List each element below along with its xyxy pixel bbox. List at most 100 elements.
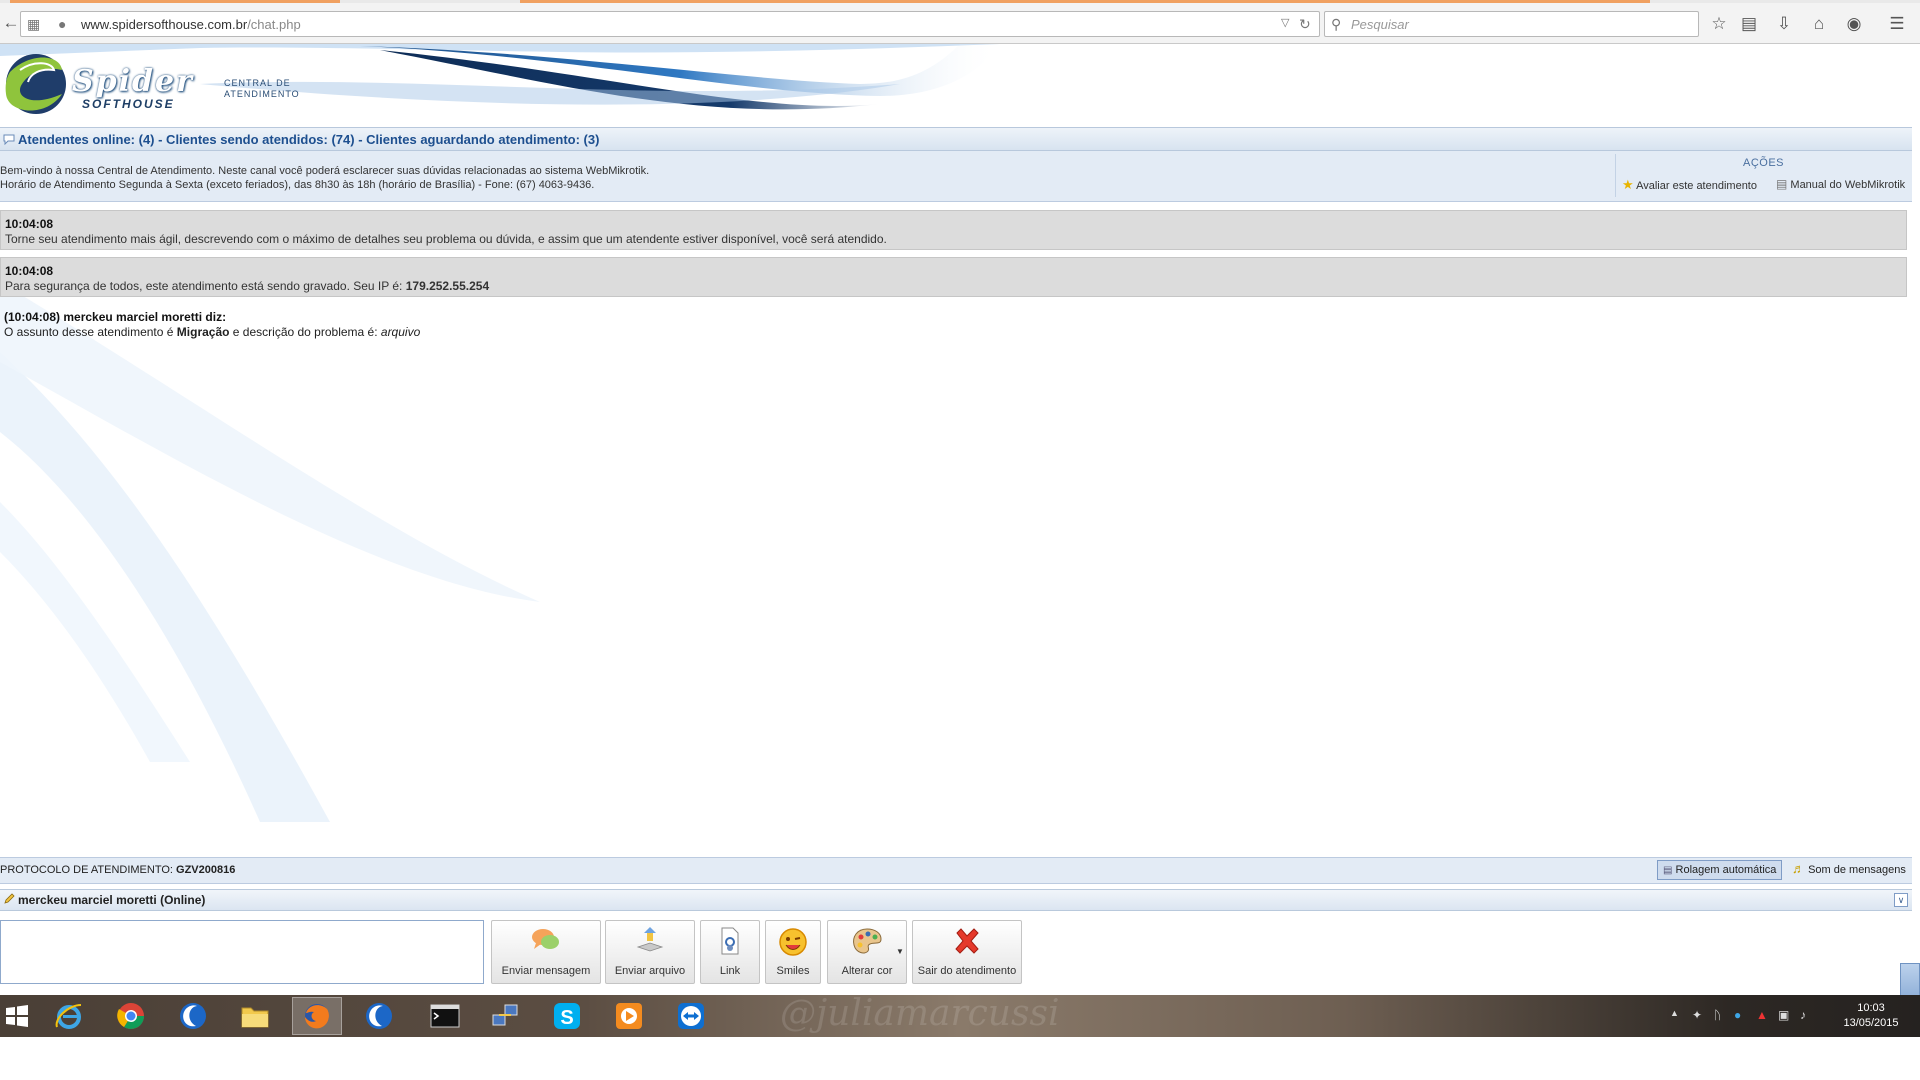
send-message-button[interactable]: Enviar mensagem [491,920,601,984]
security-alert-icon[interactable]: ▲ [1756,1008,1768,1022]
user-message-text: O assunto desse atendimento é Migração e… [4,325,420,339]
command-prompt-icon [430,1004,460,1028]
speech-bubble-icon [3,134,15,145]
internet-explorer-icon [55,1004,82,1029]
smiles-button[interactable]: Smiles [765,920,821,984]
taskbar-firefox[interactable] [292,997,342,1035]
taskbar-skype[interactable]: S [542,997,592,1035]
clock-date: 13/05/2015 [1843,1017,1899,1029]
message-time: 10:04:08 [5,217,54,231]
central-line-2: ATENDIMENTO [224,89,300,99]
scroll-icon: ▤ [1663,865,1673,876]
chat-bubble-icon[interactable]: ◉ [1843,13,1865,35]
taskbar-network-tool[interactable] [480,997,530,1035]
blank-area [0,1037,1920,1080]
dropdown-arrow-icon[interactable]: ▼ [896,947,904,956]
side-panel-toggle[interactable] [1900,963,1920,999]
star-icon: ★ [1622,177,1634,192]
taskbar-app-blue-2[interactable] [354,997,404,1035]
network-icon[interactable]: ▣ [1778,1008,1789,1022]
menu-icon[interactable]: ☰ [1886,13,1908,35]
palette-icon [828,927,906,960]
protocol-bar: PROTOCOLO DE ATENDIMENTO: GZV200816 ▤ Ro… [0,857,1912,884]
hours-text: Horário de Atendimento Segunda à Sexta (… [0,179,595,191]
start-button[interactable] [0,997,34,1035]
taskbar-clock[interactable]: 10:03 13/05/2015 [1836,1001,1906,1031]
rate-service-link[interactable]: ★ Avaliar este atendimento [1622,177,1757,193]
speaker-icon: ♬ [1792,861,1805,876]
bookmarks-list-icon[interactable]: ▦ [27,16,40,33]
ip-address: 179.252.55.254 [405,279,490,293]
download-icon[interactable]: ⇩ [1773,13,1795,35]
change-color-button[interactable]: ▼ Alterar cor [827,920,907,984]
windows-logo-icon [6,1005,28,1027]
sound-toggle[interactable]: ♬ Som de mensagens [1792,860,1906,878]
url-host: www.spidersofthouse.com.br [81,17,248,32]
exit-chat-label: Sair do atendimento [917,965,1017,977]
message-input[interactable] [0,920,484,984]
logo-wordmark: Spider [72,64,194,99]
teamviewer-icon [678,1003,704,1029]
show-hidden-icons-icon[interactable]: ▲ [1670,1008,1679,1018]
autoscroll-toggle[interactable]: ▤ Rolagem automática [1657,860,1783,880]
message-text: Torne seu atendimento mais ágil, descrev… [5,232,887,246]
close-icon [913,927,1021,958]
send-file-button[interactable]: Enviar arquivo [605,920,695,984]
taskbar-app-blue-1[interactable] [168,997,218,1035]
blue-moon-app-icon [366,1003,392,1029]
description-prefix: e descrição do problema é: [229,325,381,339]
bluetooth-icon[interactable]: ᚢ [1714,1008,1721,1022]
sound-label: Som de mensagens [1808,864,1906,876]
network-share-icon[interactable]: ✦ [1692,1008,1702,1022]
smiley-icon [766,927,820,960]
change-color-label: Alterar cor [841,965,893,977]
autoscroll-label: Rolagem automática [1675,864,1777,876]
url-bar[interactable]: ▦ ● www.spidersofthouse.com.br/chat.php … [20,11,1320,37]
protocol-label: PROTOCOLO DE ATENDIMENTO: [0,864,177,876]
user-status-bar: merckeu marciel moretti (Online) ∨ [0,889,1912,911]
message-text: Para segurança de todos, este atendiment… [5,279,489,293]
collapse-icon[interactable]: ∨ [1894,893,1908,907]
svg-text:S: S [560,1007,573,1029]
chrome-icon [117,1003,145,1030]
media-player-icon [616,1003,642,1029]
link-label: Link [719,965,741,977]
reading-list-icon[interactable]: ▤ [1738,13,1760,35]
skype-tray-icon[interactable]: ● [1734,1008,1741,1022]
link-button[interactable]: Link [700,920,760,984]
taskbar-media-player[interactable] [604,997,654,1035]
chat-messages-area[interactable]: 10:04:08 Torne seu atendimento mais ágil… [0,202,1912,857]
manual-label: Manual do WebMikrotik [1790,179,1906,191]
link-icon [701,927,759,958]
attendance-status-bar: Atendentes online: (4) - Clientes sendo … [0,127,1912,151]
volume-icon[interactable]: ♪ [1800,1008,1806,1022]
url-path: /chat.php [247,17,301,32]
bookmark-star-icon[interactable]: ☆ [1708,13,1730,35]
home-icon[interactable]: ⌂ [1808,13,1830,35]
exit-chat-button[interactable]: Sair do atendimento [912,920,1022,984]
manual-link[interactable]: ▤ Manual do WebMikrotik [1776,177,1905,191]
chat-bubbles-icon [492,927,600,956]
taskbar-file-explorer[interactable] [230,997,280,1035]
taskbar-internet-explorer[interactable] [44,997,94,1035]
user-online-status: merckeu marciel moretti (Online) [18,893,206,907]
back-icon[interactable]: ← [0,12,22,34]
book-icon: ▤ [1776,177,1788,191]
search-bar[interactable]: ⚲ Pesquisar [1324,11,1699,37]
subject-prefix: O assunto desse atendimento é [4,325,177,339]
upload-file-icon [606,927,694,956]
taskbar-teamviewer[interactable] [666,997,716,1035]
photo-watermark: @juliamarcussi [780,993,1060,1034]
url-text[interactable]: www.spidersofthouse.com.br/chat.php [81,17,301,32]
site-identity-icon[interactable]: ● [58,16,66,32]
protocol-text: PROTOCOLO DE ATENDIMENTO: GZV200816 [0,864,235,876]
taskbar-command-prompt[interactable] [420,997,470,1035]
search-placeholder: Pesquisar [1351,17,1409,32]
dropdown-arrow-icon[interactable]: ▽ [1281,16,1289,29]
reload-icon[interactable]: ↻ [1299,16,1311,33]
smiles-label: Smiles [776,965,810,977]
welcome-text: Bem-vindo à nossa Central de Atendimento… [0,165,650,177]
taskbar-chrome[interactable] [106,997,156,1035]
search-icon: ⚲ [1331,16,1342,32]
attendance-status-text: Atendentes online: (4) - Clientes sendo … [18,132,600,147]
